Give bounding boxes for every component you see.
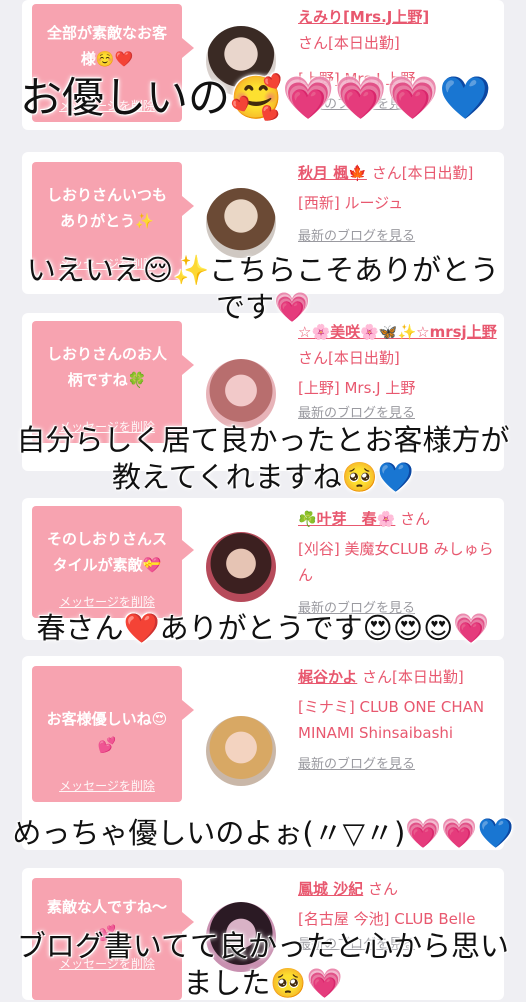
message-text: そのしおりさんスタイルが素敵💝 [46,530,167,574]
caption-line: いえいえ😌✨こちらこそありがとう [26,253,500,287]
latest-blog-link[interactable]: 最新のブログを見る [298,752,498,778]
cast-info: 秋月 楓🍁 さん[本日出勤] [西新] ルージュ 最新のブログを見る [298,160,498,250]
overlay-caption: お優しいの🥰💗💗💗💙 [0,74,526,122]
status-text: さん[本日出勤] [371,164,474,182]
status-text: さん[本日出勤] [362,668,464,686]
status-text: さん [368,880,399,898]
cast-name-link[interactable]: 秋月 楓🍁 [298,164,367,182]
avatar[interactable] [206,359,276,429]
status-text: さん[本日出勤] [298,349,400,367]
cast-info: ☘️叶芽 春🌸 さん [刈谷] 美魔女CLUB みしゅらん 最新のブログを見る [298,506,498,622]
avatar[interactable] [206,532,276,602]
caption-line: ました🥺💗 [183,966,343,1000]
caption-line: 自分らしく居て良かったとお客様方が [16,423,510,457]
shop-link[interactable]: [ミナミ] CLUB ONE CHAN MINAMI Shinsaibashi [298,694,498,746]
caption-line: です💗 [215,290,311,324]
avatar[interactable] [206,188,276,258]
message-bubble: そのしおりさんスタイルが素敵💝 メッセージを削除 [32,506,194,618]
message-text: しおりさんいつもありがとう✨ [46,186,167,230]
cast-info: 梶谷かよ さん[本日出勤] [ミナミ] CLUB ONE CHAN MINAMI… [298,664,498,778]
delete-message-link[interactable]: メッセージを削除 [32,593,182,610]
cast-name-link[interactable]: 鳳城 沙紀 [298,880,363,898]
message-text: 全部が素敵なお客様☺️❤️ [46,24,167,68]
overlay-caption: 春さん❤️ありがとうです😍😍😍💗 [0,610,526,647]
caption-line: ブログ書いてて良かったと心から思い [16,929,510,963]
cast-name-link[interactable]: ☘️叶芽 春🌸 [298,510,395,528]
message-text: お客様優しいね😍💕 [46,710,168,754]
cast-name-link[interactable]: えみり[Mrs.J上野] [298,8,429,26]
overlay-caption: 自分らしく居て良かったとお客様方が 教えてくれますね🥺💙 [0,422,526,496]
shop-link[interactable]: [刈谷] 美魔女CLUB みしゅらん [298,536,498,588]
message-bubble: お客様優しいね😍💕 メッセージを削除 [32,666,194,802]
caption-line: 春さん❤️ありがとうです😍😍😍💗 [36,611,490,645]
shop-link[interactable]: [西新] ルージュ [298,190,498,216]
caption-line: お優しいの🥰💗💗💗💙 [20,73,492,122]
cast-info: ☆🌸美咲🌸🦋✨☆mrsj上野 さん[本日出勤] [上野] Mrs.J 上野 最新… [298,319,498,427]
delete-message-link[interactable]: メッセージを削除 [32,777,182,794]
status-text: さん [400,510,431,528]
overlay-caption: めっちゃ優しいのよぉ(〃▽〃)💗💗💙 [0,815,526,852]
status-text: さん[本日出勤] [298,34,400,52]
shop-link[interactable]: [上野] Mrs.J 上野 [298,375,498,401]
cast-name-link[interactable]: 梶谷かよ [298,668,357,686]
caption-line: 教えてくれますね🥺💙 [112,460,414,494]
avatar[interactable] [206,716,276,786]
overlay-caption: ブログ書いてて良かったと心から思い ました🥺💗 [0,928,526,1002]
message-text: しおりさんのお人柄ですね🍀 [46,345,167,389]
overlay-caption: いえいえ😌✨こちらこそありがとう です💗 [0,252,526,326]
caption-line: めっちゃ優しいのよぉ(〃▽〃)💗💗💙 [12,816,514,850]
latest-blog-link[interactable]: 最新のブログを見る [298,224,498,250]
